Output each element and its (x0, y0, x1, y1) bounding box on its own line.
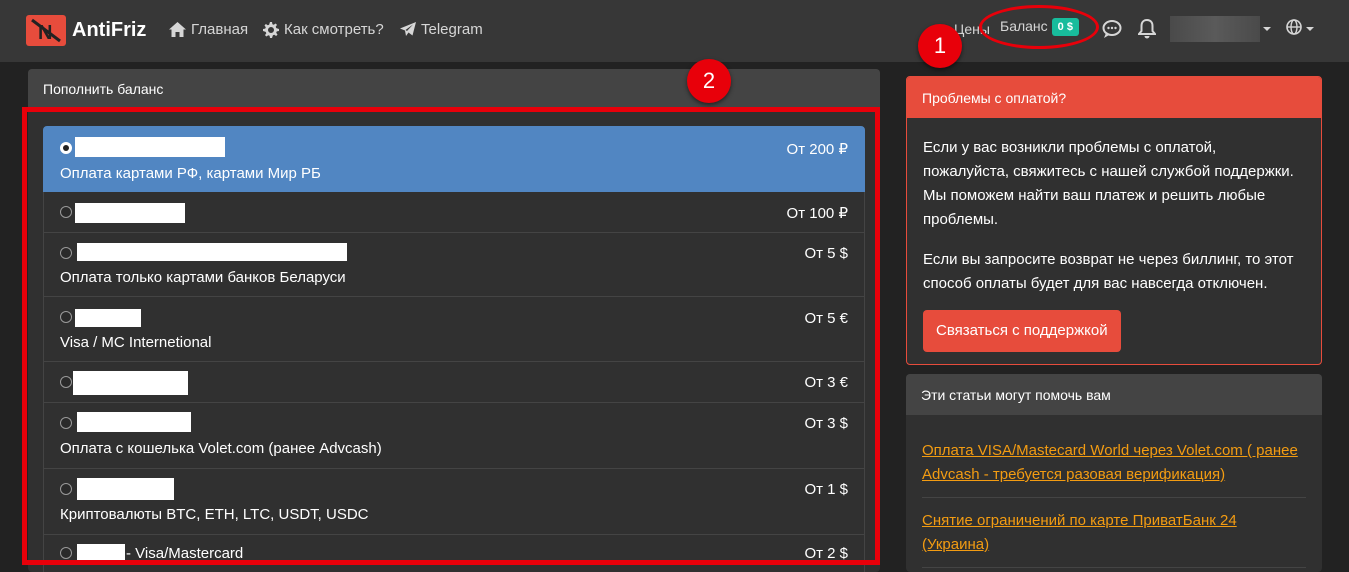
annotation-ellipse (979, 5, 1099, 49)
annotation-rectangle (22, 107, 880, 565)
user-caret-icon (1263, 27, 1271, 31)
nav-howto-label: Как смотреть? (284, 21, 384, 38)
payment-problems-panel: Проблемы с оплатой? Если у вас возникли … (906, 76, 1322, 365)
home-icon (169, 22, 186, 37)
brand-logo[interactable]: N AntiFriz (26, 15, 146, 46)
gear-icon (263, 21, 279, 38)
nav-howto[interactable]: Как смотреть? (263, 21, 384, 38)
annotation-marker-2: 2 (687, 59, 731, 103)
language-caret-icon (1306, 27, 1314, 31)
problems-text-2: Если вы запросите возврат не через билли… (923, 251, 1294, 292)
problems-text-1: Если у вас возникли проблемы с оплатой, … (923, 139, 1294, 228)
nav-home-label: Главная (191, 21, 249, 38)
nav-home[interactable]: Главная (169, 21, 248, 38)
top-navbar: N AntiFriz Главная Как смотреть? Telegra… (0, 0, 1349, 62)
contact-support-button[interactable]: Связаться с поддержкой (923, 310, 1121, 352)
user-menu[interactable] (1170, 16, 1260, 42)
nav-telegram[interactable]: Telegram (400, 21, 483, 38)
nav-telegram-label: Telegram (421, 21, 483, 38)
article-link[interactable]: Снятие ограничений по карте ПриватБанк 2… (922, 509, 1306, 568)
annotation-marker-1: 1 (918, 24, 962, 68)
help-articles-panel: Эти статьи могут помочь вам Оплата VISA/… (906, 374, 1322, 572)
chat-icon[interactable] (1102, 19, 1122, 44)
logo-icon: N (26, 15, 66, 46)
bell-icon[interactable] (1136, 18, 1158, 44)
article-link[interactable]: Оплата VISA/Mastecard World через Volet.… (922, 439, 1306, 498)
articles-title: Эти статьи могут помочь вам (906, 374, 1322, 415)
globe-icon[interactable] (1286, 19, 1302, 40)
paper-plane-icon (400, 22, 416, 36)
topup-title: Пополнить баланс (28, 69, 880, 107)
brand-name: AntiFriz (72, 19, 147, 41)
problems-title: Проблемы с оплатой? (907, 77, 1321, 118)
